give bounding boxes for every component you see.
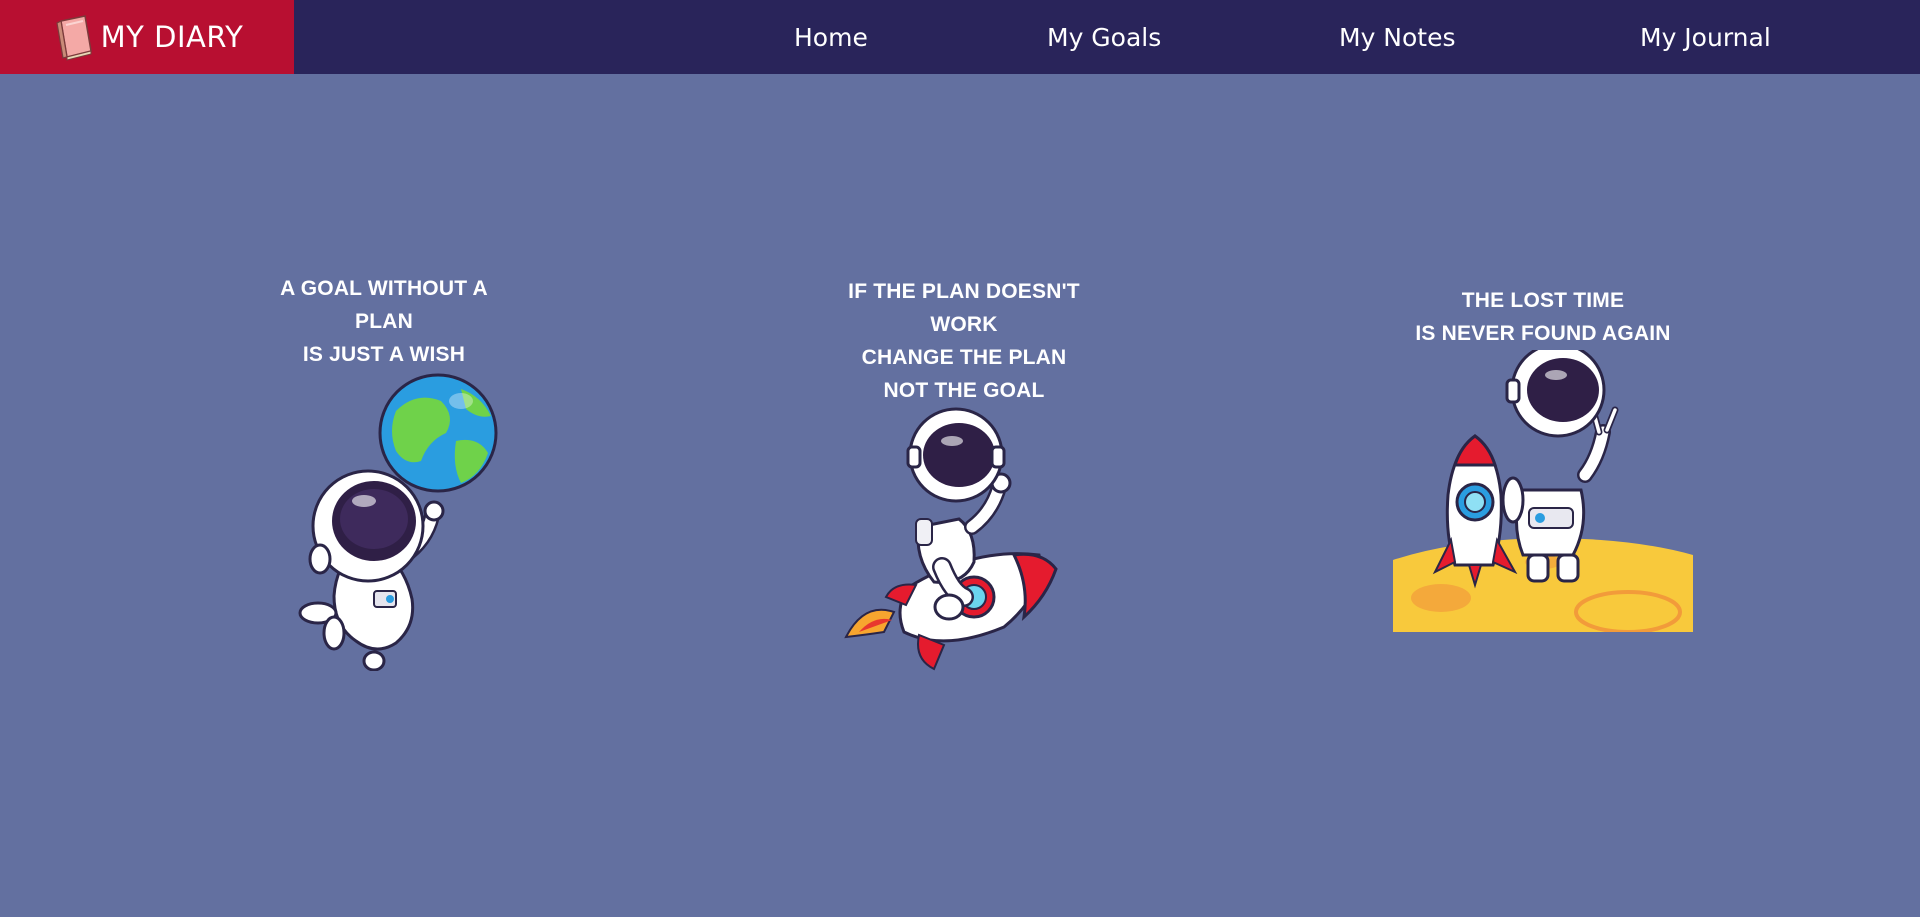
astronaut-figure	[298, 469, 445, 671]
nav-my-notes-link[interactable]: My Notes	[1339, 0, 1456, 74]
quote-line: IS NEVER FOUND AGAIN	[1415, 322, 1671, 345]
quote-text: THE LOST TIME IS NEVER FOUND AGAIN	[1393, 284, 1693, 350]
book-icon	[55, 15, 92, 61]
quote-line: IS JUST A WISH	[302, 343, 466, 366]
nav-home-link[interactable]: Home	[794, 0, 868, 74]
nav-my-goals-link[interactable]: My Goals	[1047, 0, 1161, 74]
quote-text: IF THE PLAN DOESN'T WORK CHANGE THE PLAN…	[824, 275, 1104, 407]
astronaut-on-moon-with-rocket-illustration	[1393, 350, 1693, 632]
quote-line: THE LOST TIME	[1461, 289, 1625, 312]
astronaut-riding-rocket-illustration	[844, 407, 1058, 671]
quote-line: A GOAL WITHOUT A PLAN	[280, 277, 488, 333]
quote-line: CHANGE THE PLAN	[861, 346, 1067, 369]
quote-card-lost-time: THE LOST TIME IS NEVER FOUND AGAIN	[1393, 284, 1693, 632]
quote-line: NOT THE GOAL	[883, 379, 1045, 402]
quote-line: IF THE PLAN DOESN'T WORK	[848, 280, 1080, 336]
brand-logo-link[interactable]: MY DIARY	[0, 0, 294, 74]
globe-icon	[378, 373, 498, 493]
brand-title: MY DIARY	[100, 20, 244, 54]
nav-my-journal-link[interactable]: My Journal	[1640, 0, 1771, 74]
astronaut-with-globe-illustration	[298, 373, 498, 671]
quote-card-goal-plan: A GOAL WITHOUT A PLAN IS JUST A WISH	[256, 272, 512, 671]
quote-text: A GOAL WITHOUT A PLAN IS JUST A WISH	[256, 272, 512, 371]
top-navbar: MY DIARY Home My Goals My Notes My Journ…	[0, 0, 1920, 74]
quote-card-change-plan: IF THE PLAN DOESN'T WORK CHANGE THE PLAN…	[824, 275, 1104, 677]
